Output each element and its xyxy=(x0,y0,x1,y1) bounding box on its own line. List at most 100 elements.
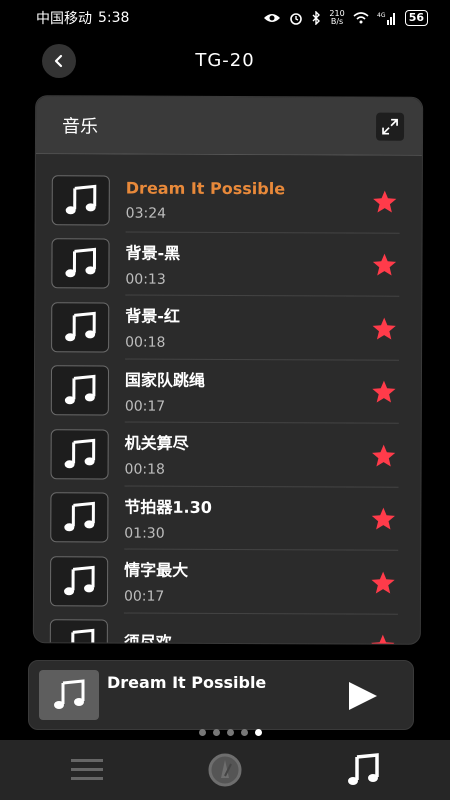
track-list[interactable]: Dream It Possible 03:24 背景-黑 00:13 背景-红 00:18… xyxy=(34,154,422,645)
page-dot[interactable] xyxy=(226,729,234,736)
eye-icon xyxy=(264,14,281,22)
mini-player[interactable]: Dream It Possible xyxy=(28,660,414,730)
track-row[interactable]: 背景-黑 00:13 xyxy=(51,232,421,297)
favorite-button[interactable] xyxy=(372,189,398,217)
music-note-icon xyxy=(64,438,96,469)
track-duration: 00:13 xyxy=(125,271,166,288)
network-speed-unit: B/s xyxy=(330,17,344,26)
track-info: 背景-黑 00:13 xyxy=(125,232,400,297)
nav-menu[interactable] xyxy=(57,740,117,800)
track-name: 节拍器1.30 xyxy=(124,497,212,517)
page-dot[interactable] xyxy=(254,729,262,736)
favorite-button[interactable] xyxy=(370,570,396,598)
network-speed: 210 B/s xyxy=(329,10,344,26)
track-info: 机关算尽 00:18 xyxy=(124,422,399,488)
track-artwork xyxy=(50,428,109,480)
player-artwork xyxy=(39,670,99,720)
svg-text:4G: 4G xyxy=(377,12,386,19)
wifi-icon xyxy=(353,12,369,24)
track-row[interactable]: 背景-红 00:18 xyxy=(51,295,421,361)
track-row[interactable]: 情字最大 00:17 xyxy=(49,549,420,615)
track-info: Dream It Possible 03:24 xyxy=(125,168,400,234)
track-duration: 00:17 xyxy=(124,398,166,415)
track-row[interactable]: 国家队跳绳 00:17 xyxy=(50,359,421,424)
track-artwork xyxy=(51,301,110,353)
track-name: 国家队跳绳 xyxy=(124,370,206,390)
favorite-button[interactable] xyxy=(370,634,396,645)
star-icon xyxy=(373,190,397,213)
track-info: 背景-红 00:18 xyxy=(125,295,400,361)
track-duration: 00:18 xyxy=(125,334,166,351)
expand-button[interactable] xyxy=(376,112,405,141)
page-dot[interactable] xyxy=(212,729,220,736)
music-note-icon xyxy=(54,679,85,709)
status-left: 中国移动 5:38 xyxy=(36,8,129,28)
status-bar: 中国移动 5:38 210 B/s 4G 56 xyxy=(0,0,450,36)
favorite-button[interactable] xyxy=(371,316,397,344)
favorite-button[interactable] xyxy=(371,380,397,408)
music-note-icon xyxy=(64,565,95,596)
track-artwork xyxy=(50,492,109,543)
track-name: 情字最大 xyxy=(124,560,189,581)
track-name: 机关算尽 xyxy=(124,433,189,454)
star-icon xyxy=(371,634,395,645)
track-artwork xyxy=(49,619,108,645)
music-note-icon xyxy=(65,248,97,278)
clock: 5:38 xyxy=(98,10,130,26)
music-card-header: 音乐 xyxy=(35,96,423,156)
track-duration: 03:24 xyxy=(125,205,167,222)
metronome-icon xyxy=(208,753,242,787)
favorite-button[interactable] xyxy=(371,443,397,471)
star-icon xyxy=(372,380,396,403)
track-row[interactable]: Dream It Possible 03:24 xyxy=(51,168,422,234)
track-row[interactable]: 机关算尽 00:18 xyxy=(50,422,420,488)
track-duration: 00:17 xyxy=(123,588,165,605)
signal-icon: 4G xyxy=(377,12,395,25)
play-icon xyxy=(349,682,377,710)
menu-icon xyxy=(71,759,103,780)
page-dot[interactable] xyxy=(198,729,206,736)
music-note-icon xyxy=(64,502,95,532)
star-icon xyxy=(371,507,395,530)
page-indicator[interactable] xyxy=(0,729,450,736)
track-row[interactable]: 节拍器1.30 01:30 xyxy=(50,486,420,551)
expand-icon xyxy=(382,118,398,135)
star-icon xyxy=(372,444,396,467)
track-artwork xyxy=(51,174,110,226)
track-info: 节拍器1.30 01:30 xyxy=(124,486,399,551)
music-note-icon xyxy=(348,753,379,785)
alarm-icon xyxy=(290,13,303,25)
track-duration: 01:30 xyxy=(124,525,165,542)
track-info: 国家队跳绳 00:17 xyxy=(124,359,400,424)
play-button[interactable] xyxy=(347,681,379,715)
track-info: 须尽欢 xyxy=(123,613,398,645)
music-card: 音乐 Dream It Possible 03:24 背景-黑 00:13 背景-红 00… xyxy=(32,95,424,645)
battery-indicator: 56 xyxy=(404,10,428,26)
track-name: Dream It Possible xyxy=(125,178,286,198)
music-note-icon xyxy=(71,629,95,645)
star-icon xyxy=(371,571,395,594)
track-artwork xyxy=(50,365,110,416)
star-icon xyxy=(372,317,396,340)
nav-metronome[interactable] xyxy=(195,740,255,800)
track-name: 须尽欢 xyxy=(123,632,172,645)
track-row[interactable]: 须尽欢 xyxy=(49,613,420,645)
page-dot[interactable] xyxy=(240,729,248,736)
music-note-icon xyxy=(64,375,96,405)
track-name: 背景-黑 xyxy=(125,243,181,263)
bluetooth-icon xyxy=(312,11,321,25)
favorite-button[interactable] xyxy=(370,507,396,535)
carrier-label: 中国移动 xyxy=(36,11,92,27)
star-icon xyxy=(372,253,397,276)
track-artwork xyxy=(49,555,109,607)
status-right: 210 B/s 4G 56 xyxy=(263,10,428,26)
favorite-button[interactable] xyxy=(371,253,397,281)
now-playing-title: Dream It Possible xyxy=(107,673,267,692)
bottom-nav xyxy=(0,740,450,800)
music-note-icon xyxy=(65,184,97,215)
nav-music[interactable] xyxy=(333,740,393,800)
music-card-title: 音乐 xyxy=(62,115,99,137)
track-artwork xyxy=(51,238,110,289)
track-name: 背景-红 xyxy=(125,306,180,327)
page-title: TG-20 xyxy=(195,50,255,71)
